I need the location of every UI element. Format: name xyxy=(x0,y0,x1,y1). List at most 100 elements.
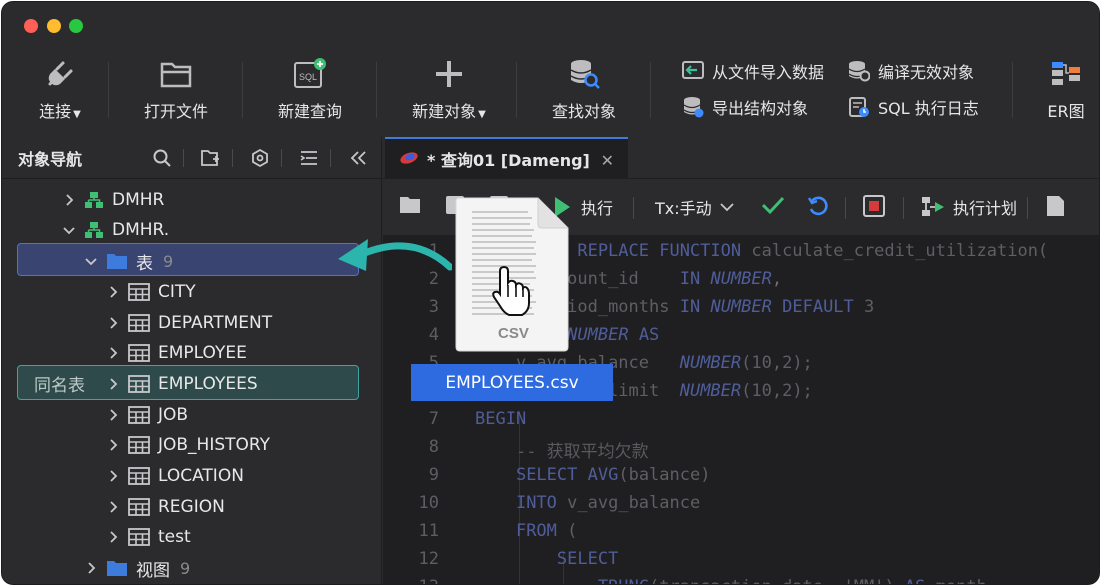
tree-item-label: LOCATION xyxy=(158,466,244,486)
chevron-right-icon[interactable] xyxy=(106,285,120,299)
er-diagram-label: ER图 xyxy=(1047,102,1085,121)
execution-plan-button[interactable]: 执行计划 xyxy=(921,195,1017,219)
hide-panel-icon[interactable] xyxy=(347,147,369,169)
tree-item-employee[interactable]: EMPLOYEE xyxy=(2,338,382,368)
chevron-right-icon[interactable] xyxy=(106,438,120,452)
chevron-down-icon: ▼ xyxy=(73,109,81,120)
er-diagram-button[interactable]: ER图 xyxy=(1038,56,1094,128)
line-number: 10 xyxy=(418,493,439,513)
code-line-9: SELECT AVG(balance) xyxy=(515,465,711,485)
export-structure-label: 导出结构对象 xyxy=(712,99,809,118)
chevron-right-icon[interactable] xyxy=(106,316,120,330)
chevron-right-icon[interactable] xyxy=(62,193,76,207)
export-doc-icon[interactable] xyxy=(1045,195,1067,217)
new-object-button[interactable]: 新建对象 ▼ xyxy=(406,56,492,128)
chevron-down-icon xyxy=(720,203,734,212)
tx-mode-label: Tx:手动 xyxy=(655,199,712,218)
tree-item-region[interactable]: REGION xyxy=(2,492,382,522)
tree-item-job[interactable]: JOB xyxy=(2,400,382,430)
table-icon xyxy=(128,314,150,332)
find-object-label: 查找对象 xyxy=(551,102,616,121)
close-window-button[interactable] xyxy=(24,19,38,33)
file-type-label: CSV xyxy=(498,325,529,342)
chevron-down-icon[interactable] xyxy=(62,223,76,237)
chevron-down-icon[interactable] xyxy=(84,254,98,268)
code-line-11: FROM ( xyxy=(515,521,578,541)
line-number: 9 xyxy=(428,465,439,485)
chevron-right-icon[interactable] xyxy=(84,561,98,575)
tree-item-label: EMPLOYEE xyxy=(158,343,247,363)
chevron-right-icon[interactable] xyxy=(106,346,120,360)
tree-item-dmhr[interactable]: DMHR xyxy=(2,185,382,215)
open-file-button[interactable]: 打开文件 xyxy=(138,56,214,128)
export-structure-button[interactable]: 导出结构对象 xyxy=(682,94,808,120)
chevron-right-icon[interactable] xyxy=(106,500,120,514)
tab-title: * 查询01 [Dameng] xyxy=(427,151,590,170)
folder-open-icon xyxy=(160,56,192,92)
line-number: 4 xyxy=(428,325,439,345)
main-toolbar: 连接 ▼ 打开文件 SQL 新建查询 新建对象 ▼ 查找对象 从文件导入数据 导… xyxy=(2,50,1099,134)
chevron-right-icon[interactable] xyxy=(106,408,120,422)
plan-icon xyxy=(922,197,944,216)
csv-file-icon: CSV xyxy=(455,197,569,352)
find-object-button[interactable]: 查找对象 xyxy=(548,56,620,128)
line-number: 3 xyxy=(428,297,439,317)
tree-item-employees[interactable]: EMPLOYEES xyxy=(2,369,382,399)
code-line-10: INTO v_avg_balance xyxy=(515,493,701,513)
tree-item-label: DMHR xyxy=(112,190,165,210)
table-icon xyxy=(128,344,150,362)
table-icon xyxy=(128,528,150,546)
table-icon xyxy=(128,283,150,301)
import-data-label: 从文件导入数据 xyxy=(712,63,825,82)
search-icon[interactable] xyxy=(151,147,173,169)
line-number: 7 xyxy=(428,409,439,429)
add-folder-icon[interactable] xyxy=(200,147,222,169)
chevron-right-icon[interactable] xyxy=(106,469,120,483)
line-number: 8 xyxy=(428,437,439,457)
new-query-button[interactable]: SQL 新建查询 xyxy=(272,56,348,128)
tree-item-label: test xyxy=(158,527,191,547)
transaction-mode-select[interactable]: Tx:手动 xyxy=(655,195,734,219)
chevron-right-icon[interactable] xyxy=(106,530,120,544)
sql-log-button[interactable]: SQL 执行日志 xyxy=(848,94,979,120)
tree-item-job-history[interactable]: JOB_HISTORY xyxy=(2,430,382,460)
tree-item-label: 视图 xyxy=(136,560,170,581)
schema-icon xyxy=(84,221,104,239)
stop-icon[interactable] xyxy=(863,195,885,217)
tree-item-city[interactable]: CITY xyxy=(2,277,382,307)
editor-tab-bar: * 查询01 [Dameng] ✕ xyxy=(383,137,1099,179)
tree-item-tables[interactable]: 表 9 xyxy=(2,246,382,276)
tree-item-department[interactable]: DEPARTMENT xyxy=(2,308,382,338)
table-icon xyxy=(128,375,150,393)
line-number: 11 xyxy=(418,521,439,541)
code-line-13: TRUNC(transaction_date, 'MM') AS month xyxy=(475,577,987,584)
tab-query01[interactable]: * 查询01 [Dameng] ✕ xyxy=(385,137,628,179)
import-data-button[interactable]: 从文件导入数据 xyxy=(682,58,824,84)
new-query-label: 新建查询 xyxy=(277,102,342,121)
folder-icon xyxy=(106,252,128,270)
dragged-file-name: EMPLOYEES.csv xyxy=(411,364,613,401)
object-navigator: 对象导航 同名表 DMHR DMHR. 表 9 CITY DEPARTMENT … xyxy=(2,137,382,584)
minimize-window-button[interactable] xyxy=(47,19,61,33)
compile-invalid-button[interactable]: 编译无效对象 xyxy=(848,58,974,84)
title-bar xyxy=(2,2,1099,50)
filter-settings-icon[interactable] xyxy=(249,147,271,169)
commit-check-icon[interactable] xyxy=(761,195,785,215)
zoom-window-button[interactable] xyxy=(69,19,83,33)
tree-item-label: 表 xyxy=(136,253,153,274)
chevron-right-icon[interactable] xyxy=(106,377,120,391)
tree-item-dmhr-expanded[interactable]: DMHR. xyxy=(2,215,382,245)
tree-item-views[interactable]: 视图 9 xyxy=(2,553,382,583)
rollback-icon[interactable] xyxy=(807,195,829,217)
tree-item-location[interactable]: LOCATION xyxy=(2,461,382,491)
tree-item-label: REGION xyxy=(158,497,225,517)
tree-item-label: JOB_HISTORY xyxy=(158,435,271,455)
plus-icon xyxy=(434,56,464,92)
app-window: 连接 ▼ 打开文件 SQL 新建查询 新建对象 ▼ 查找对象 从文件导入数据 导… xyxy=(1,1,1100,585)
open-folder-icon[interactable] xyxy=(399,195,423,215)
connect-button[interactable]: 连接 ▼ xyxy=(28,56,92,128)
collapse-all-icon[interactable] xyxy=(298,147,320,169)
close-tab-icon[interactable]: ✕ xyxy=(601,151,614,170)
tree-item-label: DMHR. xyxy=(112,220,170,240)
tree-item-test[interactable]: test xyxy=(2,522,382,552)
